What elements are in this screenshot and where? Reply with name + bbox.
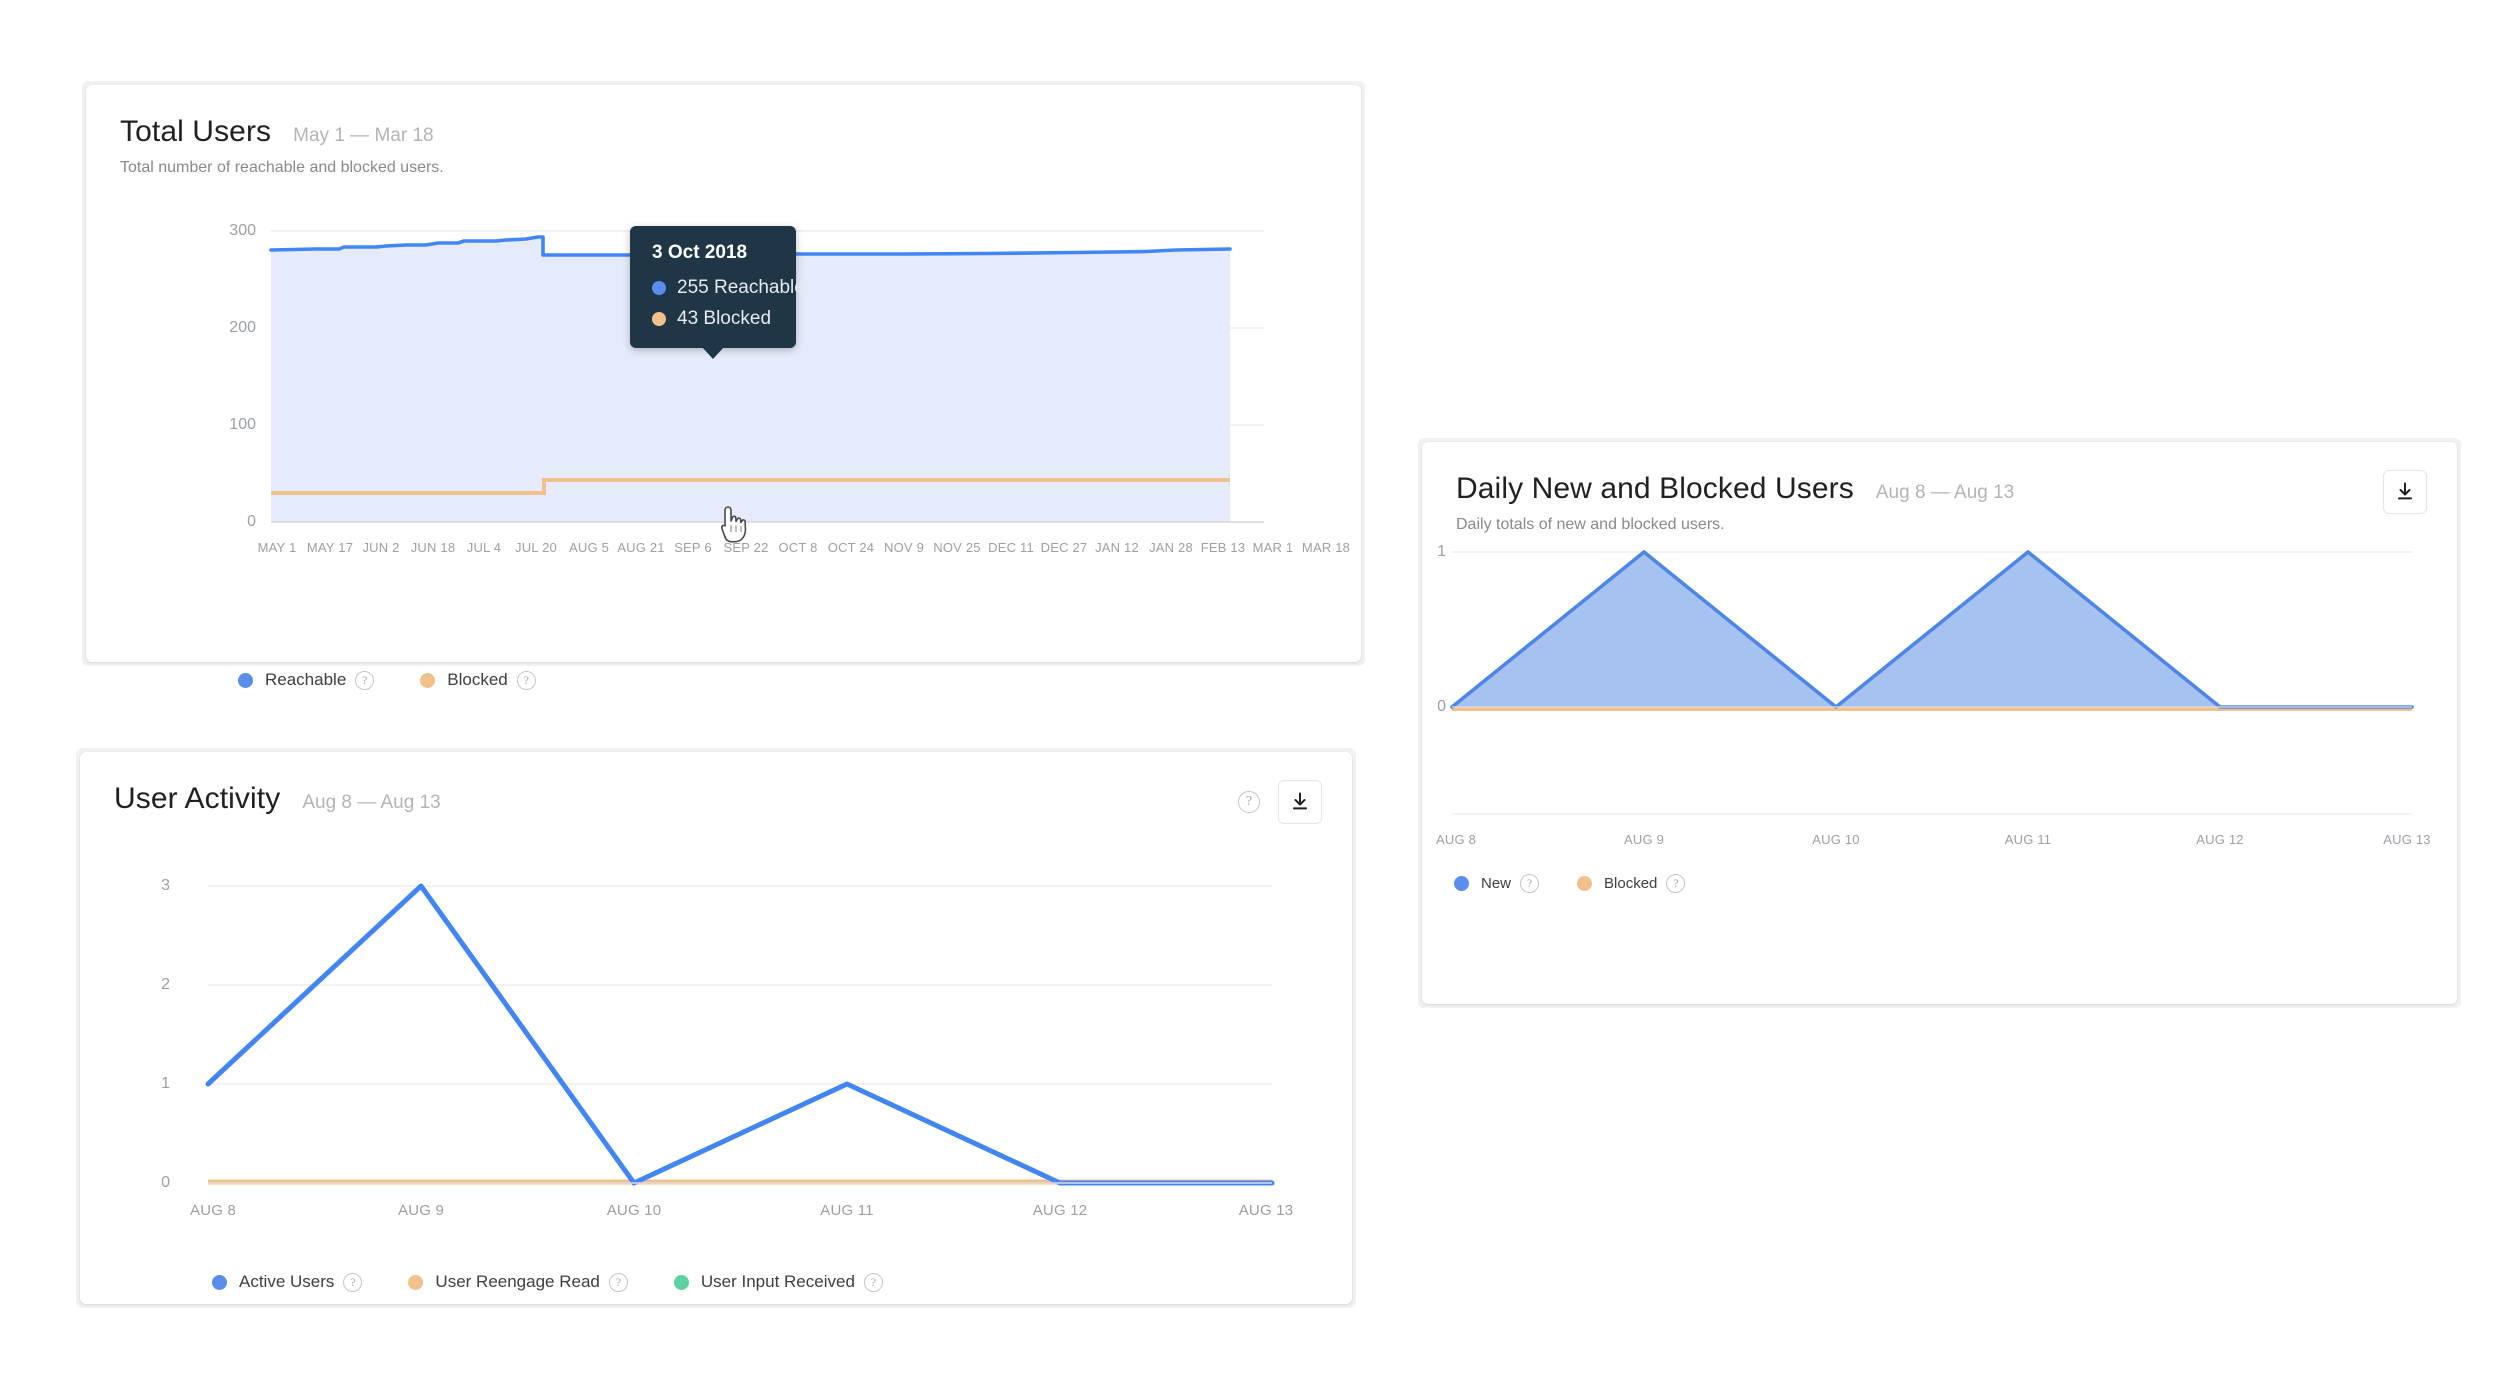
- y-tick-0: 0: [146, 1174, 170, 1192]
- x-tick-12: NOV 9: [884, 540, 924, 555]
- tooltip-date: 3 Oct 2018: [652, 242, 774, 264]
- help-icon[interactable]: ?: [517, 671, 536, 690]
- y-tick-3: 3: [146, 877, 170, 895]
- tooltip-row-blocked: 43 Blocked: [652, 308, 774, 330]
- x-tick-4: JUL 4: [467, 540, 501, 555]
- legend-label-reachable: Reachable: [265, 670, 346, 690]
- legend-label-user-reengage-read: User Reengage Read: [435, 1272, 599, 1292]
- legend-item-user-input-received[interactable]: User Input Received ?: [674, 1272, 883, 1292]
- user-activity-card: User Activity Aug 8 — Aug 13 ?: [80, 752, 1352, 1304]
- x-tick-20: MAR 18: [1302, 540, 1350, 555]
- x-tick-2: JUN 2: [362, 540, 399, 555]
- tooltip-arrow: [702, 347, 724, 359]
- y-tick-1: 1: [146, 1075, 170, 1093]
- x-tick-19: MAR 1: [1253, 540, 1294, 555]
- gridlines: [208, 886, 1272, 1183]
- y-tick-300: 300: [206, 222, 256, 240]
- x-tick-1: MAY 17: [307, 540, 353, 555]
- x-tick-13: NOV 25: [933, 540, 980, 555]
- y-tick-1: 1: [1422, 543, 1446, 561]
- x-tick-11: OCT 24: [828, 540, 874, 555]
- user-reengage-read-dot-icon: [408, 1275, 423, 1290]
- tooltip-reachable-value: 255 Reachable: [677, 277, 805, 299]
- series-active-users: [208, 886, 1272, 1183]
- legend-item-blocked[interactable]: Blocked ?: [420, 670, 535, 690]
- x-tick-14: DEC 11: [988, 540, 1034, 555]
- daily-new-card-wrapper: Daily New and Blocked Users Aug 8 — Aug …: [1418, 438, 2461, 1008]
- total-users-svg: [86, 85, 1361, 662]
- legend-item-new[interactable]: New ?: [1454, 874, 1539, 893]
- user-activity-chart[interactable]: 3 2 1 0 AUG 8 AUG 9 AUG 10 AUG 11 AUG 12…: [80, 752, 1352, 1304]
- x-tick-5: AUG 13: [2383, 832, 2430, 847]
- help-icon[interactable]: ?: [1666, 874, 1685, 893]
- y-tick-0: 0: [1422, 698, 1446, 716]
- x-tick-15: DEC 27: [1041, 540, 1088, 555]
- x-tick-8: SEP 6: [674, 540, 712, 555]
- x-tick-17: JAN 28: [1149, 540, 1193, 555]
- total-users-chart[interactable]: 300 200 100 0 MAY 1 MAY 17 JUN 2 JUN 18 …: [86, 85, 1361, 662]
- x-tick-3: AUG 11: [820, 1202, 873, 1219]
- daily-new-and-blocked-users-card: Daily New and Blocked Users Aug 8 — Aug …: [1422, 442, 2457, 1004]
- legend-label-active-users: Active Users: [239, 1272, 334, 1292]
- user-activity-card-wrapper: User Activity Aug 8 — Aug 13 ?: [76, 748, 1356, 1308]
- help-icon[interactable]: ?: [343, 1273, 362, 1292]
- y-tick-200: 200: [206, 319, 256, 337]
- x-tick-1: AUG 9: [398, 1202, 444, 1219]
- legend-item-user-reengage-read[interactable]: User Reengage Read ?: [408, 1272, 627, 1292]
- tooltip-row-reachable: 255 Reachable: [652, 277, 774, 299]
- y-tick-0: 0: [206, 513, 256, 531]
- total-users-card-wrapper: Total Users May 1 — Mar 18 Total number …: [82, 81, 1365, 666]
- x-tick-6: AUG 5: [569, 540, 609, 555]
- x-tick-9: SEP 22: [723, 540, 768, 555]
- x-tick-18: FEB 13: [1201, 540, 1246, 555]
- chart-tooltip: 3 Oct 2018 255 Reachable 43 Blocked: [630, 226, 796, 348]
- legend-label-blocked: Blocked: [447, 670, 507, 690]
- legend-label-blocked: Blocked: [1604, 875, 1657, 892]
- daily-new-legend: New ? Blocked ?: [1454, 874, 1731, 893]
- daily-new-svg: [1422, 442, 2457, 1004]
- reachable-dot-icon: [652, 281, 666, 295]
- x-tick-0: AUG 8: [190, 1202, 236, 1219]
- blocked-dot-icon: [1577, 876, 1592, 891]
- x-tick-0: MAY 1: [258, 540, 297, 555]
- x-tick-2: AUG 10: [607, 1202, 662, 1219]
- x-tick-0: AUG 8: [1436, 832, 1476, 847]
- total-users-legend: Reachable ? Blocked ?: [238, 670, 582, 690]
- blocked-dot-icon: [420, 673, 435, 688]
- x-tick-5: JUL 20: [515, 540, 557, 555]
- user-input-received-dot-icon: [674, 1275, 689, 1290]
- x-tick-1: AUG 9: [1624, 832, 1664, 847]
- blocked-dot-icon: [652, 312, 666, 326]
- tooltip-blocked-value: 43 Blocked: [677, 308, 771, 330]
- x-tick-4: AUG 12: [2196, 832, 2243, 847]
- daily-new-chart[interactable]: 1 0 AUG 8 AUG 9 AUG 10 AUG 11 AUG 12 AUG…: [1422, 442, 2457, 1004]
- dashboard-root: Total Users May 1 — Mar 18 Total number …: [0, 0, 2498, 1398]
- legend-item-reachable[interactable]: Reachable ?: [238, 670, 374, 690]
- y-tick-2: 2: [146, 976, 170, 994]
- x-tick-5: AUG 13: [1239, 1202, 1294, 1219]
- help-icon[interactable]: ?: [1520, 874, 1539, 893]
- x-tick-7: AUG 21: [617, 540, 664, 555]
- legend-item-blocked[interactable]: Blocked ?: [1577, 874, 1685, 893]
- x-tick-10: OCT 8: [778, 540, 817, 555]
- reachable-dot-icon: [238, 673, 253, 688]
- help-icon[interactable]: ?: [609, 1273, 628, 1292]
- y-tick-100: 100: [206, 416, 256, 434]
- new-dot-icon: [1454, 876, 1469, 891]
- x-tick-3: JUN 18: [411, 540, 456, 555]
- x-tick-2: AUG 10: [1812, 832, 1859, 847]
- legend-label-new: New: [1481, 875, 1511, 892]
- active-users-dot-icon: [212, 1275, 227, 1290]
- user-activity-svg: [80, 752, 1352, 1304]
- x-tick-3: AUG 11: [2005, 832, 2051, 847]
- help-icon[interactable]: ?: [355, 671, 374, 690]
- legend-label-user-input-received: User Input Received: [701, 1272, 855, 1292]
- x-tick-4: AUG 12: [1033, 1202, 1088, 1219]
- help-icon[interactable]: ?: [864, 1273, 883, 1292]
- legend-item-active-users[interactable]: Active Users ?: [212, 1272, 362, 1292]
- user-activity-legend: Active Users ? User Reengage Read ? User…: [212, 1272, 929, 1292]
- x-tick-16: JAN 12: [1095, 540, 1139, 555]
- total-users-card: Total Users May 1 — Mar 18 Total number …: [86, 85, 1361, 662]
